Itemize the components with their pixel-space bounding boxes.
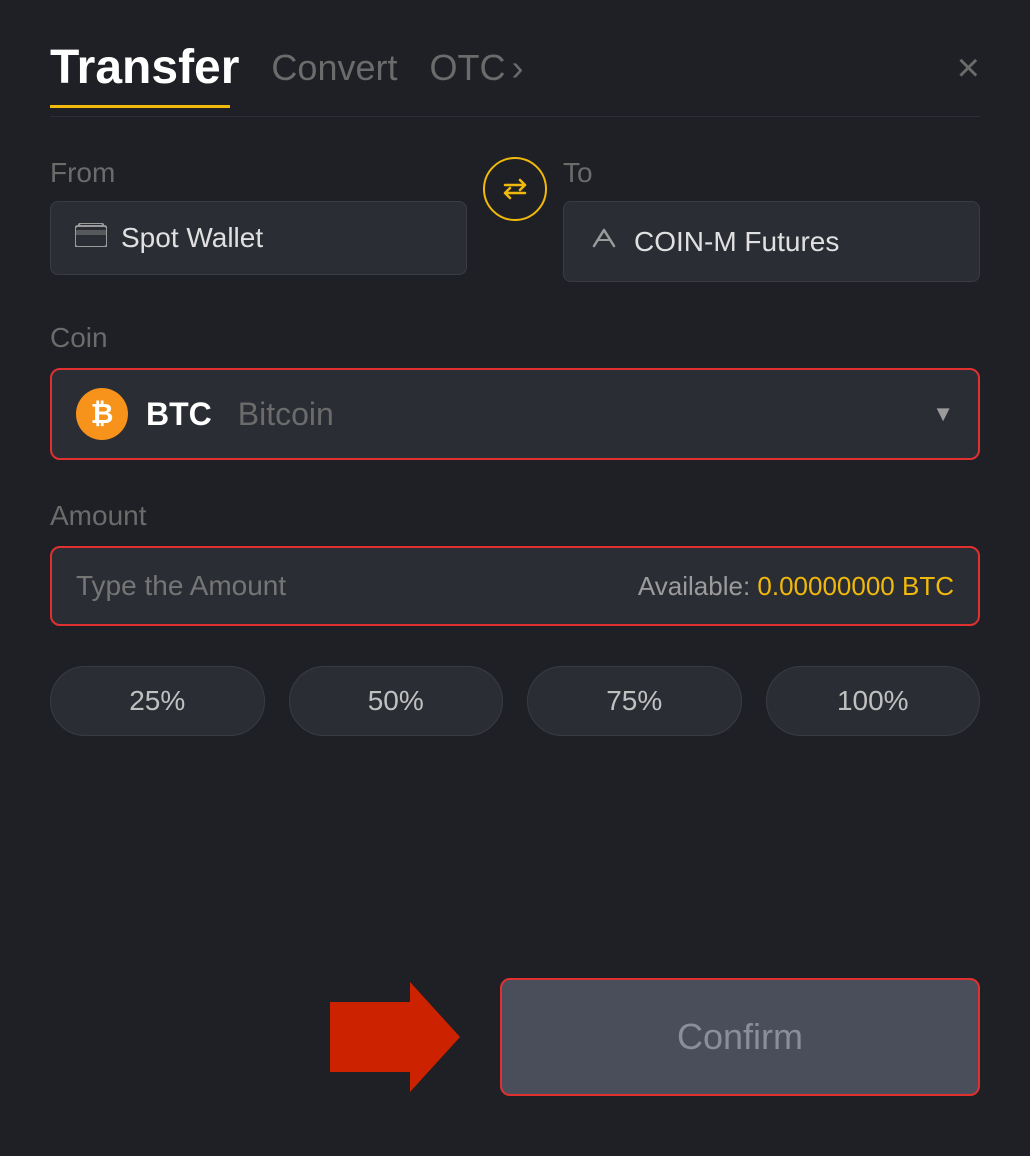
btc-icon: ₿ xyxy=(76,388,128,440)
pct-50-button[interactable]: 50% xyxy=(289,666,504,736)
chevron-down-icon: ▼ xyxy=(932,401,954,427)
tab-otc[interactable]: OTC › xyxy=(429,47,523,89)
header-divider xyxy=(50,116,980,117)
arrow-indicator xyxy=(330,982,460,1092)
from-label: From xyxy=(50,157,467,189)
confirm-button[interactable]: Confirm xyxy=(500,978,980,1096)
to-section: To COIN-M Futures xyxy=(563,157,980,282)
amount-input-box: Available: 0.00000000 BTC xyxy=(50,546,980,626)
transfer-modal: Transfer Convert OTC › × From Spot Walle… xyxy=(0,0,1030,1156)
pct-25-button[interactable]: 25% xyxy=(50,666,265,736)
bottom-area: Confirm xyxy=(50,978,980,1096)
coin-selector[interactable]: ₿ BTC Bitcoin ▼ xyxy=(50,368,980,460)
wallet-icon xyxy=(75,223,107,254)
chevron-right-icon: › xyxy=(511,47,523,89)
from-to-row: From Spot Wallet xyxy=(50,157,980,282)
close-button[interactable]: × xyxy=(957,48,980,88)
from-wallet-selector[interactable]: Spot Wallet xyxy=(50,201,467,275)
modal-header: Transfer Convert OTC › × xyxy=(50,40,980,95)
to-wallet-selector[interactable]: COIN-M Futures xyxy=(563,201,980,282)
from-section: From Spot Wallet xyxy=(50,157,467,275)
amount-input[interactable] xyxy=(76,570,515,602)
coin-section: Coin ₿ BTC Bitcoin ▼ xyxy=(50,322,980,460)
to-wallet-label: COIN-M Futures xyxy=(634,226,839,258)
amount-label: Amount xyxy=(50,500,980,532)
to-label: To xyxy=(563,157,980,189)
available-amount: 0.00000000 BTC xyxy=(757,571,954,601)
pct-75-button[interactable]: 75% xyxy=(527,666,742,736)
tab-convert[interactable]: Convert xyxy=(271,47,397,89)
header-title: Transfer xyxy=(50,40,239,95)
red-arrow-svg xyxy=(330,982,460,1092)
swap-button[interactable] xyxy=(483,157,547,221)
futures-icon xyxy=(588,222,620,261)
swap-button-wrapper xyxy=(467,157,563,233)
available-text: Available: 0.00000000 BTC xyxy=(638,571,954,602)
coin-full-name: Bitcoin xyxy=(238,396,334,433)
coin-label: Coin xyxy=(50,322,980,354)
from-wallet-label: Spot Wallet xyxy=(121,222,263,254)
percentage-row: 25% 50% 75% 100% xyxy=(50,666,980,736)
pct-100-button[interactable]: 100% xyxy=(766,666,981,736)
coin-symbol: BTC xyxy=(146,396,212,433)
amount-section: Amount Available: 0.00000000 BTC xyxy=(50,500,980,626)
